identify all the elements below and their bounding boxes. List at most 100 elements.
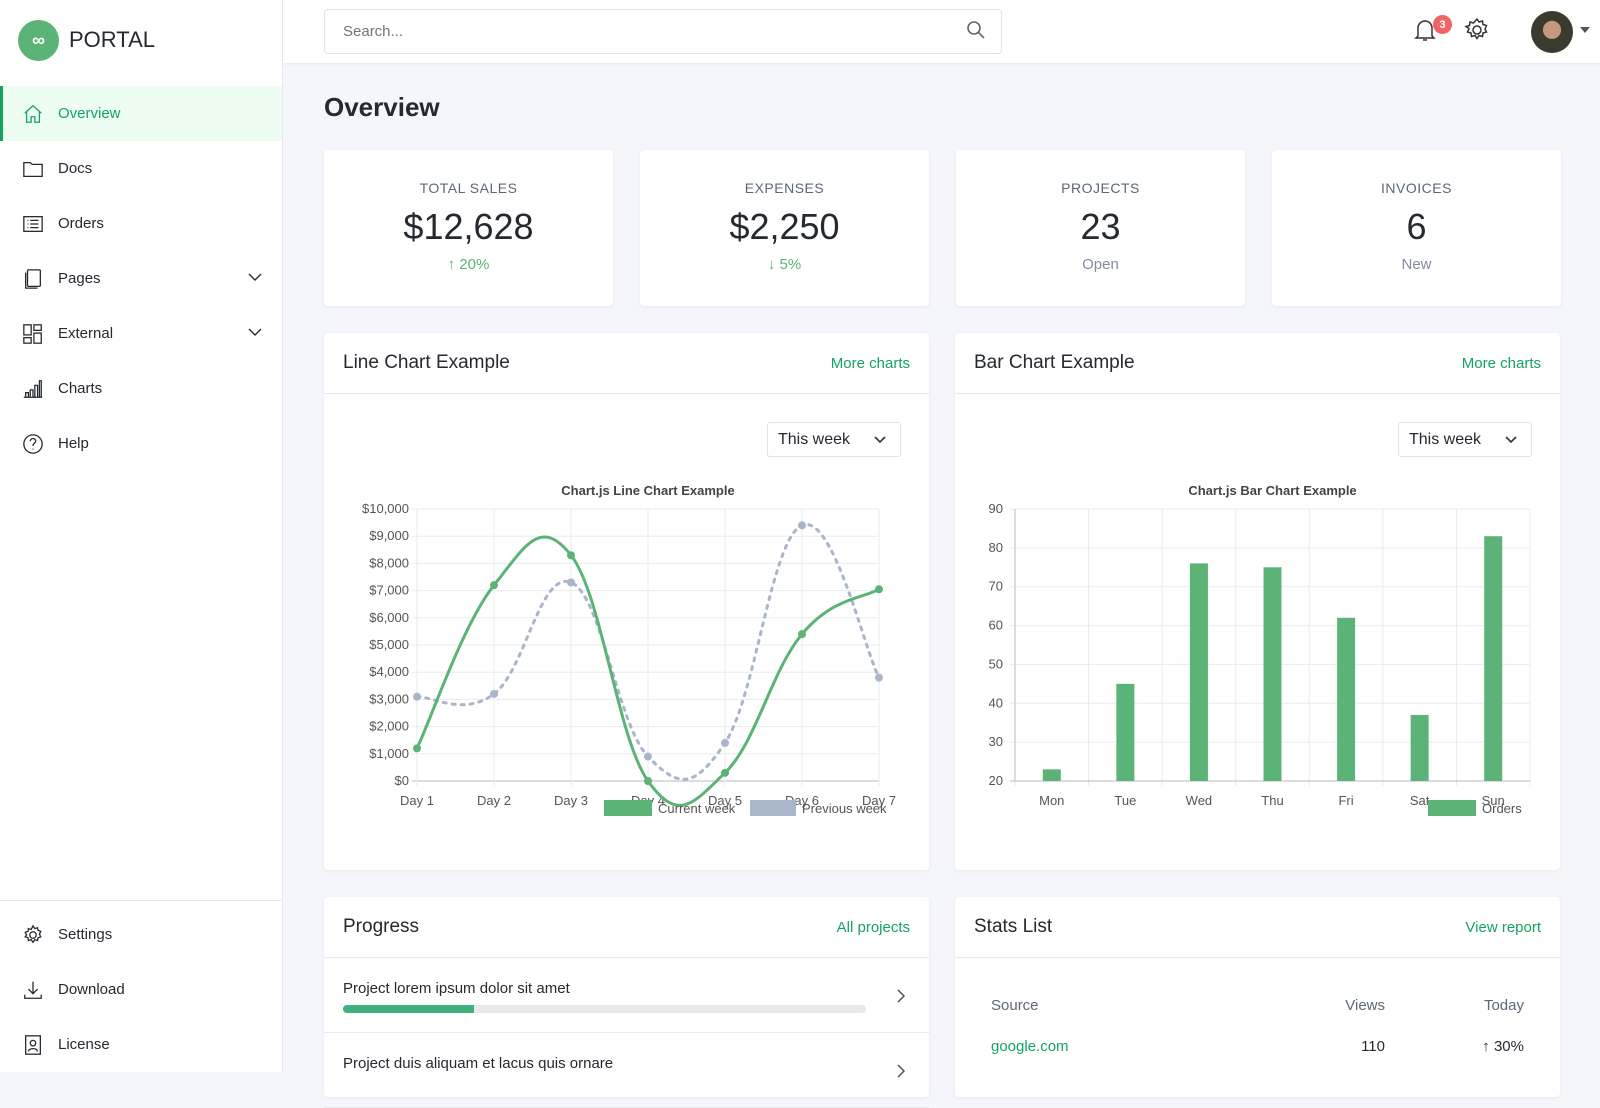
stat-sub: New xyxy=(1401,256,1432,273)
folder-icon xyxy=(23,161,43,177)
bar xyxy=(1410,714,1429,781)
bar xyxy=(1116,683,1135,781)
sidebar-item-pages[interactable]: Pages xyxy=(0,251,282,306)
view-report-link[interactable]: View report xyxy=(1465,919,1541,936)
data-point xyxy=(644,752,652,761)
y-tick-label: $8,000 xyxy=(369,555,409,570)
sidebar-item-help[interactable]: Help xyxy=(0,416,282,471)
data-point xyxy=(567,578,575,587)
legend-swatch xyxy=(750,800,796,816)
chevron-right-icon xyxy=(897,989,906,1003)
source-link[interactable]: google.com xyxy=(991,1038,1069,1055)
sidebar-item-label: Overview xyxy=(58,105,121,122)
y-tick-label: $9,000 xyxy=(369,528,409,543)
x-tick-label: Day 3 xyxy=(554,793,588,808)
x-tick-label: Wed xyxy=(1186,793,1213,808)
progress-item[interactable]: Project duis aliquam et lacus quis ornar… xyxy=(324,1033,929,1108)
download-icon xyxy=(24,981,42,999)
stat-value: 23 xyxy=(1080,206,1121,247)
sidebar-item-label: Download xyxy=(58,981,125,998)
legend-label: Previous week xyxy=(802,801,887,816)
x-tick-label: Fri xyxy=(1338,793,1353,808)
card-title: Bar Chart Example xyxy=(974,352,1135,373)
bar-chart-icon xyxy=(23,379,43,398)
pages-icon xyxy=(25,268,41,289)
chevron-down-icon[interactable] xyxy=(248,270,262,284)
grid-icon xyxy=(23,323,42,344)
bar xyxy=(1484,536,1503,781)
chevron-right-icon xyxy=(897,1064,906,1078)
search-input[interactable] xyxy=(324,9,1002,54)
sidebar-item-label: License xyxy=(58,1036,110,1053)
y-tick-label: $3,000 xyxy=(369,691,409,706)
sidebar-item-download[interactable]: Download xyxy=(0,962,282,1017)
y-tick-label: 30 xyxy=(989,734,1003,749)
gear-icon[interactable] xyxy=(1463,16,1491,44)
card-title: Stats List xyxy=(974,916,1053,937)
sidebar-item-docs[interactable]: Docs xyxy=(0,141,282,196)
column-views: Views xyxy=(1345,997,1385,1014)
sidebar-item-orders[interactable]: Orders xyxy=(0,196,282,251)
home-icon xyxy=(24,104,42,123)
data-point xyxy=(798,521,806,530)
progress-bar xyxy=(343,1005,866,1013)
more-charts-link[interactable]: More charts xyxy=(831,355,910,372)
sidebar-item-license[interactable]: License xyxy=(0,1017,282,1072)
bar xyxy=(1337,617,1356,781)
data-point xyxy=(490,581,498,590)
caret-down-icon[interactable] xyxy=(1580,27,1590,33)
bar-chart: Chart.js Bar Chart Example 20 30 40 50 60 70 80… xyxy=(989,483,1531,816)
project-name: Project duis aliquam et lacus quis ornar… xyxy=(343,1055,614,1072)
x-tick-label: Mon xyxy=(1039,793,1064,808)
column-source: Source xyxy=(991,997,1039,1014)
data-point xyxy=(413,692,421,701)
sidebar-item-overview[interactable]: Overview xyxy=(0,86,282,141)
stat-sub: ↑ 20% xyxy=(447,256,490,273)
stat-label: EXPENSES xyxy=(744,180,825,196)
stat-card: INVOICES 6 New xyxy=(1272,150,1561,306)
data-point xyxy=(567,551,575,560)
all-projects-link[interactable]: All projects xyxy=(837,919,910,936)
data-point xyxy=(413,744,421,753)
x-tick-label: Day 1 xyxy=(400,793,434,808)
stat-card: TOTAL SALES $12,628 ↑ 20% xyxy=(324,150,613,306)
stat-value: $12,628 xyxy=(403,206,534,247)
progress-item[interactable]: Project lorem ipsum dolor sit amet xyxy=(324,958,929,1033)
sidebar: ∞ PORTAL Overview Docs Orders Pages External… xyxy=(0,0,283,1072)
more-charts-link[interactable]: More charts xyxy=(1462,355,1541,372)
y-tick-label: $0 xyxy=(395,773,409,788)
chart-title: Chart.js Line Chart Example xyxy=(561,483,734,498)
page-title: Overview xyxy=(324,92,440,122)
chevron-down-icon[interactable] xyxy=(248,325,262,339)
sidebar-item-label: Pages xyxy=(58,270,101,287)
app-name: PORTAL xyxy=(69,27,155,52)
y-tick-label: 50 xyxy=(989,656,1003,671)
bar-chart-card: Bar Chart Example More charts This week C… xyxy=(955,333,1560,870)
y-tick-label: 20 xyxy=(989,773,1003,788)
y-tick-label: $4,000 xyxy=(369,664,409,679)
legend-label: Orders xyxy=(1482,801,1522,816)
bar xyxy=(1042,769,1061,781)
x-tick-label: Tue xyxy=(1114,793,1136,808)
gear-icon xyxy=(24,924,42,943)
sidebar-item-settings[interactable]: Settings xyxy=(0,907,282,962)
help-icon xyxy=(23,433,43,454)
stat-card: PROJECTS 23 Open xyxy=(956,150,1245,306)
y-tick-label: $2,000 xyxy=(369,719,409,734)
x-tick-label: Sat xyxy=(1410,793,1430,808)
y-tick-label: $1,000 xyxy=(369,746,409,761)
avatar[interactable] xyxy=(1531,11,1573,53)
sidebar-item-external[interactable]: External xyxy=(0,306,282,361)
y-tick-label: 80 xyxy=(989,540,1003,555)
sidebar-item-charts[interactable]: Charts xyxy=(0,361,282,416)
legend-swatch xyxy=(604,800,652,816)
sidebar-item-label: Charts xyxy=(58,380,103,397)
data-point xyxy=(490,689,498,698)
sidebar-item-label: Settings xyxy=(58,926,113,943)
search-icon[interactable] xyxy=(966,20,986,40)
bar xyxy=(1189,563,1208,781)
views-value: 110 xyxy=(1361,1038,1385,1055)
logo[interactable]: ∞ PORTAL xyxy=(0,0,282,80)
data-point xyxy=(644,777,652,785)
bar xyxy=(1263,567,1282,781)
